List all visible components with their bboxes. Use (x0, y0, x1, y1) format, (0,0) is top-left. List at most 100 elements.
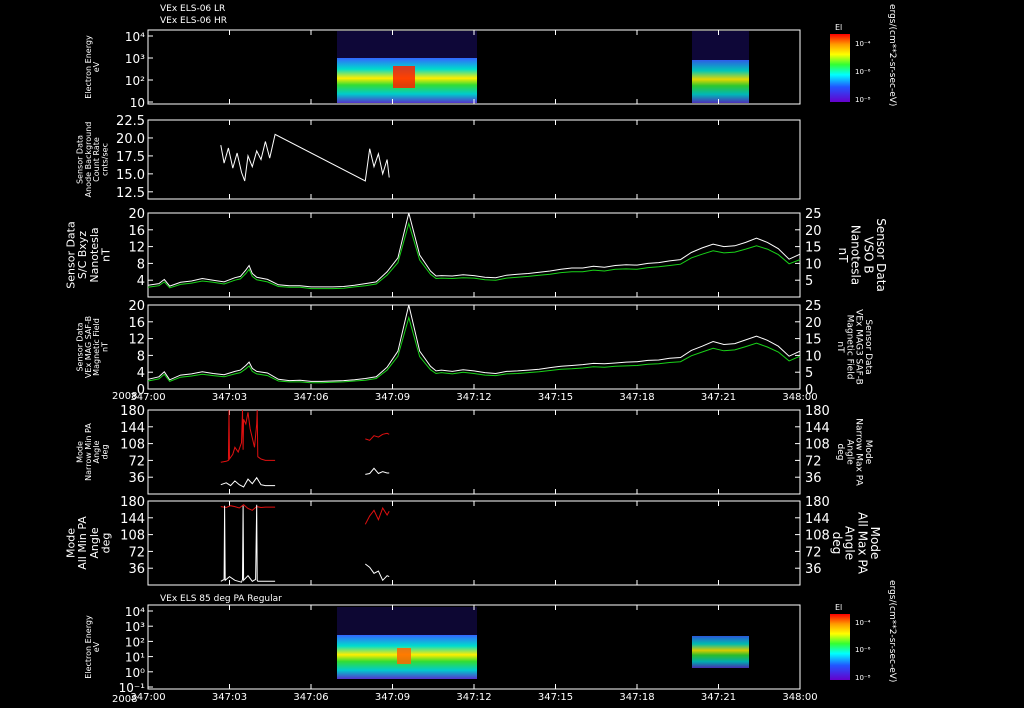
header-line2: VEx ELS-06 HR (160, 16, 227, 26)
narrow-pa-ytick-label: 72 (128, 454, 145, 469)
mag-saf-b-ytick-label: 16 (128, 316, 145, 331)
narrow-pa-ytick-right-label: 180 (805, 404, 830, 419)
sc-bxyz-ytick-label: 12 (128, 241, 145, 256)
xaxis-bottom-label: 347:06 (293, 692, 328, 703)
spec1-block-a-hot (393, 66, 415, 88)
mag-saf-b-ytick-label: 8 (137, 349, 145, 364)
xaxis-bottom-label: 347:21 (701, 692, 736, 703)
mag-saf-b-ytick-right-label: 25 (805, 299, 822, 314)
all-pa-ylabel-right: ModeAll Max PAAngledeg (830, 512, 882, 575)
narrow-pa-ytick-right-label: 36 (805, 471, 822, 486)
colorbar-bottom-scale (830, 614, 850, 680)
xaxis-bottom-label: 347:00 (130, 692, 165, 703)
spectrogram-lr-hr-ytick-label: 10⁴ (125, 30, 145, 44)
xaxis-top-label: 347:06 (293, 392, 328, 403)
spec7-block-a-hot (397, 648, 411, 664)
colorbar-top-tick-2: 10⁻⁶ (855, 68, 871, 76)
anode-background-ytick-label: 15.0 (116, 168, 145, 183)
mag-saf-b-ytick-label: 12 (128, 333, 145, 348)
mag-saf-b-ytick-label: 4 (137, 366, 145, 381)
narrow-pa-series-white-1 (365, 467, 390, 475)
sc-bxyz-series-white-0 (147, 212, 801, 288)
colorbar-bottom-tick-1: 10⁻⁴ (855, 619, 871, 627)
narrow-pa-series-white-0 (220, 476, 276, 488)
narrow-pa-ytick-label: 108 (120, 438, 145, 453)
all-pa-ytick-label: 36 (128, 562, 145, 577)
xaxis-bottom-label: 347:18 (619, 692, 654, 703)
narrow-pa-ytick-label: 180 (120, 404, 145, 419)
all-pa-series-white-0 (220, 504, 276, 583)
xaxis-top-label: 347:18 (619, 392, 654, 403)
anode-background-ylabel: Sensor DataAnode BackgroundCount Ratecnt… (75, 122, 109, 198)
xaxis-bottom-label: 347:12 (456, 692, 491, 703)
sc-bxyz-ytick-label: 4 (137, 274, 145, 289)
spectrogram-85-deg-ytick-label: 10¹ (125, 651, 145, 665)
all-pa-ytick-right-label: 108 (805, 529, 830, 544)
colorbar-top-tick-3: 10⁻⁸ (855, 96, 871, 104)
colorbar-bottom: El 10⁻⁴ 10⁻⁶ 10⁻⁸ ergs/(cm**2-sr-sec-eV) (830, 580, 897, 682)
narrow-pa-ytick-right-label: 108 (805, 438, 830, 453)
sc-bxyz-ytick-right-label: 15 (805, 241, 822, 256)
mag-saf-b-series-white-0 (147, 304, 801, 382)
spec1-block-b-band (692, 60, 749, 103)
sc-bxyz-ylabel-right: Sensor DataVSO BNanoteslanT (836, 218, 888, 292)
sc-bxyz-ytick-label: 20 (128, 207, 145, 222)
all-pa-series-red-0 (220, 504, 276, 511)
panel-4-frame (147, 304, 801, 390)
mag-saf-b-series-green-0 (147, 315, 801, 384)
spectrogram-85-deg-ytick-label: 10⁰ (125, 666, 145, 680)
xaxis-top-label: 347:00 (130, 392, 165, 403)
panel-6-frame (147, 500, 801, 586)
spectrogram-85-deg-ytick-label: 10² (125, 635, 145, 649)
all-pa-series-red-1 (364, 506, 390, 525)
all-pa-ytick-label: 144 (120, 512, 145, 527)
colorbar-top-title: El (835, 23, 842, 32)
spectrogram-lr-hr-ytick-label: 10³ (125, 52, 145, 66)
all-pa-ylabel: ModeAll Min PAAngledeg (65, 516, 113, 570)
spec1-block-a-noise (337, 31, 477, 61)
colorbar-bottom-tick-2: 10⁻⁶ (855, 646, 871, 654)
panel-3-frame (147, 212, 801, 298)
all-pa-series-white-1 (364, 563, 390, 582)
xaxis-bottom-label: 347:15 (538, 692, 573, 703)
xaxis-bottom-label: 347:09 (375, 692, 410, 703)
sc-bxyz-ytick-right-label: 20 (805, 224, 822, 239)
mag-saf-b-ytick-right-label: 20 (805, 316, 822, 331)
mag-saf-b-ylabel-right: Sensor DataVEx MAG3 SAF-BMagnetic Fieldn… (835, 309, 873, 385)
sc-bxyz-ylabel: Sensor DataS/C BxyzNanoteslanT (65, 221, 113, 288)
narrow-pa-series-red-0 (220, 409, 276, 463)
mid-title: VEx ELS 85 deg PA Regular (160, 594, 282, 604)
spec1-block-b-noise (692, 31, 749, 61)
mag-saf-b-ytick-right-label: 5 (805, 366, 813, 381)
colorbar-bottom-unit: ergs/(cm**2-sr-sec-eV) (887, 580, 897, 682)
mag-saf-b-ylabel: Sensor DataVEx MAG SAF-BMagnetic FieldnT (75, 316, 109, 378)
spec7-block-a-noise (337, 607, 477, 637)
narrow-pa-ylabel-right: ModeNarrow Max PAAngledeg (835, 418, 873, 486)
anode-background-ytick-label: 20.0 (116, 132, 145, 147)
anode-background-ytick-label: 12.5 (116, 186, 145, 201)
xaxis-top-label: 347:15 (538, 392, 573, 403)
all-pa-ytick-right-label: 72 (805, 545, 822, 560)
narrow-pa-series-red-1 (365, 432, 390, 441)
colorbar-top-unit: ergs/(cm**2-sr-sec-eV) (887, 4, 897, 106)
spectrogram-lr-hr-ytick-label: 10² (125, 74, 145, 88)
sc-bxyz-ytick-right-label: 10 (805, 257, 822, 272)
mag-saf-b-ytick-right-label: 10 (805, 349, 822, 364)
sc-bxyz-ytick-right-label: 5 (805, 274, 813, 289)
sc-bxyz-ytick-label: 16 (128, 224, 145, 239)
sc-bxyz-series-green-0 (147, 221, 801, 290)
anode-background-ytick-label: 17.5 (116, 150, 145, 165)
panel-2-frame (147, 119, 801, 200)
colorbar-bottom-tick-3: 10⁻⁸ (855, 674, 871, 682)
xaxis-bottom-label: 348:00 (782, 692, 817, 703)
anode-background-series-white-0 (220, 133, 390, 182)
colorbar-top-tick-1: 10⁻⁴ (855, 40, 871, 48)
all-pa-ytick-label: 72 (128, 545, 145, 560)
colorbar-top-scale (830, 34, 850, 102)
all-pa-ytick-label: 108 (120, 529, 145, 544)
anode-background-ytick-label: 22.5 (116, 114, 145, 129)
spectrogram-85-deg-ytick-label: 10³ (125, 620, 145, 634)
spectrogram-85-deg-ylabel: Electron EnergyeV (84, 615, 101, 679)
spectrogram-lr-hr-ylabel: Electron EnergyeV (84, 35, 101, 99)
narrow-pa-ytick-right-label: 144 (805, 421, 830, 436)
